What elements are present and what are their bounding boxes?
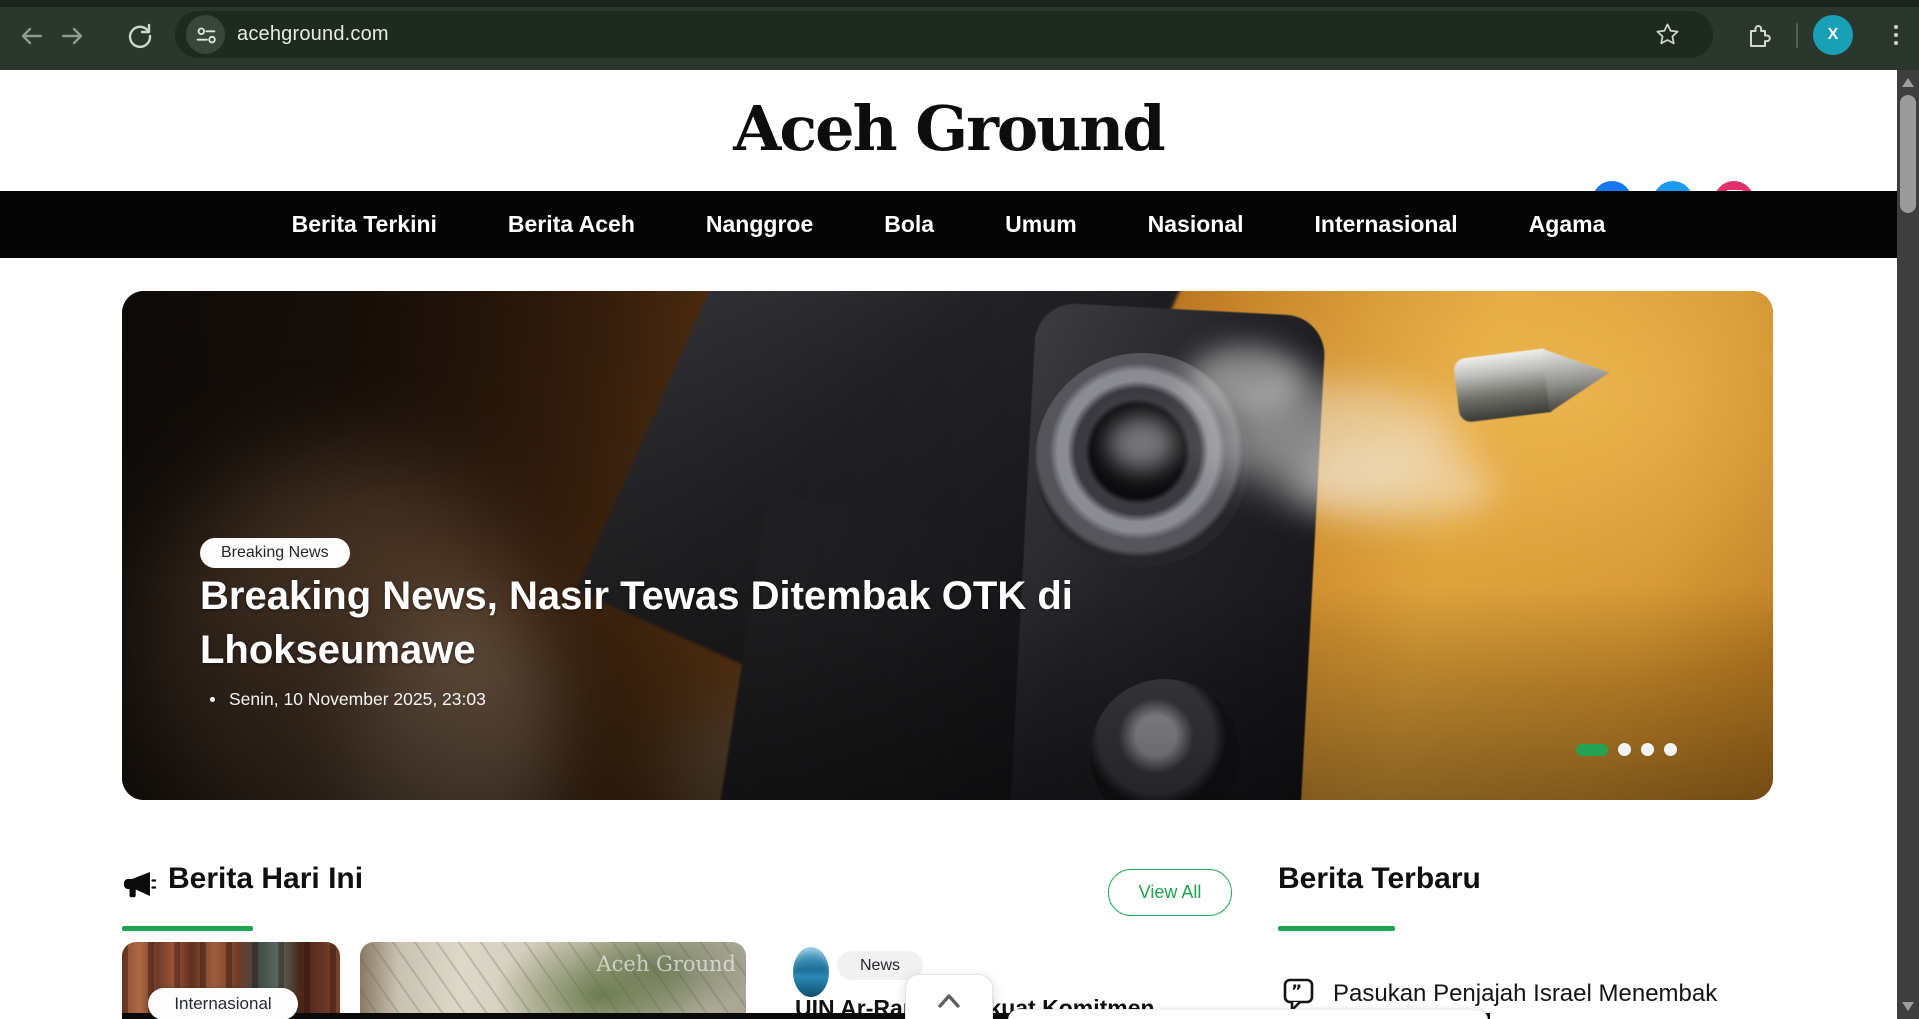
hero-headline[interactable]: Breaking News, Nasir Tewas Ditembak OTK … [200, 569, 1160, 678]
nav-item-umum[interactable]: Umum [1005, 211, 1077, 238]
carousel-dot[interactable] [1641, 743, 1654, 756]
nav-item-agama[interactable]: Agama [1529, 211, 1606, 238]
green-underline [122, 926, 253, 931]
news-thumbnail [793, 947, 829, 997]
carousel-dot[interactable] [1618, 743, 1631, 756]
megaphone-icon [122, 870, 156, 907]
chevron-up-icon [934, 989, 964, 1011]
carousel-dot-active[interactable] [1576, 744, 1608, 756]
scroll-to-top-button[interactable] [905, 974, 993, 1019]
hero-image [122, 291, 1773, 800]
hero-category-badge[interactable]: Breaking News [200, 538, 350, 568]
latest-item-title[interactable]: Pasukan Penjajah Israel Menembak [1333, 978, 1763, 1009]
hero-date: Senin, 10 November 2025, 23:03 [210, 689, 486, 710]
news-card-image[interactable]: Aceh Ground [360, 942, 746, 1019]
forward-button[interactable] [60, 22, 88, 50]
nav-item-internasional[interactable]: Internasional [1315, 211, 1458, 238]
nav-item-berita-terkini[interactable]: Berita Terkini [292, 211, 437, 238]
green-underline [1278, 926, 1395, 931]
latest-section-title: Berita Terbaru [1278, 862, 1481, 896]
browser-window: acehground.com X Aceh Ground [0, 0, 1919, 1019]
address-bar[interactable]: acehground.com [175, 11, 1713, 58]
browser-toolbar: acehground.com X [0, 0, 1919, 70]
bookmark-star-icon[interactable] [1654, 21, 1681, 48]
main-navigation: Berita Terkini Berita Aceh Nanggroe Bola… [0, 191, 1897, 258]
site-logo[interactable]: Aceh Ground [0, 92, 1897, 165]
url-text[interactable]: acehground.com [237, 23, 389, 46]
carousel-indicators [1576, 743, 1677, 756]
chrome-menu-icon[interactable] [1882, 21, 1910, 49]
site-settings-icon[interactable] [186, 15, 225, 54]
extensions-icon[interactable] [1742, 20, 1772, 50]
scrollbar-thumb[interactable] [1900, 95, 1916, 213]
bullet-dot [210, 697, 215, 702]
scrollbar-down-arrow[interactable] [1902, 1002, 1914, 1011]
scrollbar-up-arrow[interactable] [1902, 78, 1914, 87]
window-top-edge [0, 0, 1919, 7]
today-section-title: Berita Hari Ini [168, 862, 363, 896]
svg-text:”: ” [1291, 982, 1302, 1002]
reload-button[interactable] [126, 22, 154, 50]
peeking-card-edge [1008, 1009, 1488, 1019]
category-badge[interactable]: Internasional [148, 988, 298, 1019]
hero-date-text: Senin, 10 November 2025, 23:03 [229, 689, 486, 710]
image-watermark: Aceh Ground [596, 952, 736, 976]
site-header: Aceh Ground [0, 70, 1897, 191]
scrollbar[interactable] [1897, 70, 1919, 1019]
nav-item-nasional[interactable]: Nasional [1148, 211, 1244, 238]
back-button[interactable] [16, 22, 44, 50]
view-all-button[interactable]: View All [1108, 869, 1232, 916]
carousel-dot[interactable] [1664, 743, 1677, 756]
profile-avatar[interactable]: X [1813, 15, 1853, 55]
nav-item-bola[interactable]: Bola [884, 211, 934, 238]
toolbar-divider [1796, 23, 1798, 48]
nav-item-nanggroe[interactable]: Nanggroe [706, 211, 813, 238]
hero-carousel[interactable]: Breaking News Breaking News, Nasir Tewas… [122, 291, 1773, 800]
nav-item-berita-aceh[interactable]: Berita Aceh [508, 211, 635, 238]
